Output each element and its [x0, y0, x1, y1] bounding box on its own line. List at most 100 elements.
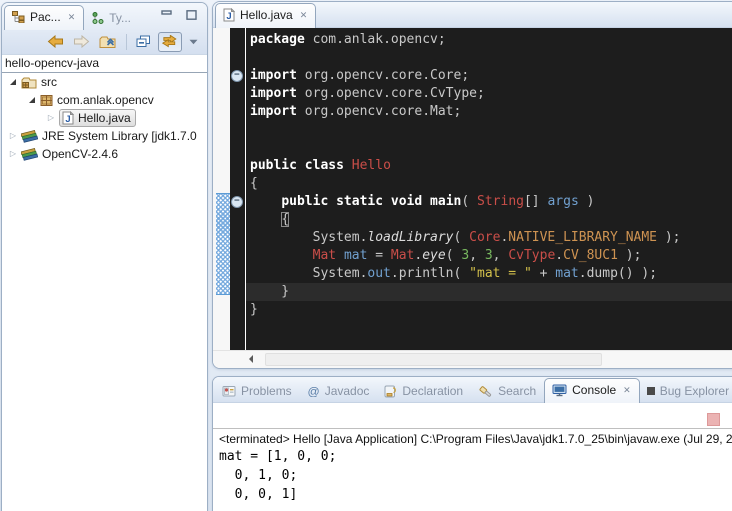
console-icon	[552, 384, 567, 397]
declaration-icon	[384, 385, 397, 398]
package-explorer-icon	[12, 11, 25, 23]
console-tab-bug-explorer[interactable]: Bug Explorer	[640, 380, 732, 402]
console-output-line: mat = [1, 0, 0;	[219, 447, 732, 466]
explorer-toolbar	[2, 29, 207, 54]
console-tab-search[interactable]: Search	[471, 380, 544, 402]
tree-item-project-root[interactable]: hello-opencv-java	[2, 55, 207, 73]
expand-arrow-icon[interactable]: ▷	[8, 132, 18, 140]
code-line: public class Hello	[250, 157, 732, 175]
tab-label: Bug Explorer	[660, 384, 729, 398]
editor-tab-label: Hello.java	[240, 8, 293, 22]
console-status-line: <terminated> Hello [Java Application] C:…	[213, 429, 732, 447]
console-tab-problems[interactable]: Problems	[215, 380, 300, 402]
console-toolbar	[213, 403, 732, 429]
scrollbar-thumb[interactable]	[265, 353, 602, 366]
code-line: import org.opencv.core.CvType;	[250, 85, 732, 103]
code-line: Mat mat = Mat.eye( 3, 3, CvType.CV_8UC1 …	[250, 247, 732, 265]
code-area[interactable]: package com.anlak.opencv; import org.open…	[246, 28, 732, 351]
tree-item-label: JRE System Library [jdk1.7.0	[42, 129, 197, 143]
toolbar-separator	[126, 34, 127, 50]
code-line: {	[250, 211, 732, 229]
explorer-tabstrip: Pac... ✕ Ty...	[2, 3, 207, 29]
close-icon[interactable]: ✕	[68, 12, 76, 23]
console-tab-javadoc[interactable]: @ Javadoc	[300, 380, 378, 402]
tab-label: Javadoc	[325, 384, 370, 398]
search-icon	[478, 385, 493, 398]
package-tree: hello-opencv-java srccom.anlak.opencv▷JH…	[2, 55, 207, 163]
code-line	[250, 49, 732, 67]
java-file-icon: J	[62, 111, 74, 125]
svg-text:J: J	[226, 11, 231, 22]
code-line: }	[246, 283, 732, 301]
console-output-line: 0, 0, 1]	[219, 485, 732, 504]
annotation-ruler	[213, 28, 230, 351]
link-with-editor-icon[interactable]	[158, 32, 182, 52]
console-output-line: 0, 1, 0;	[219, 466, 732, 485]
close-icon[interactable]: ✕	[300, 10, 308, 21]
back-arrow-icon[interactable]	[45, 33, 66, 50]
code-line	[250, 139, 732, 157]
maximize-icon[interactable]	[184, 8, 199, 22]
java-file-icon: J	[223, 8, 235, 22]
tree-item-com-anlak-opencv[interactable]: com.anlak.opencv	[2, 91, 207, 109]
editor-tab-hello-java[interactable]: J Hello.java ✕	[215, 3, 316, 28]
console-tab-declaration[interactable]: Declaration	[377, 380, 471, 402]
type-hierarchy-icon	[91, 12, 104, 24]
collapse-arrow-icon[interactable]	[8, 79, 18, 85]
tree-item-src[interactable]: src	[2, 73, 207, 91]
editor-horizontal-scrollbar[interactable]	[213, 350, 732, 368]
minimize-icon[interactable]	[159, 8, 174, 22]
tree-item-label: src	[41, 75, 57, 89]
explorer-tab-pac[interactable]: Pac... ✕	[4, 5, 84, 30]
code-line: System.out.println( "mat = " + mat.dump(…	[250, 265, 732, 283]
code-line: package com.anlak.opencv;	[250, 31, 732, 49]
project-root-label: hello-opencv-java	[5, 56, 99, 70]
console-output: mat = [1, 0, 0; 0, 1, 0; 0, 0, 1]	[213, 447, 732, 504]
code-line	[250, 121, 732, 139]
folding-ruler: −−	[230, 28, 246, 351]
code-line: import org.opencv.core.Mat;	[250, 103, 732, 121]
svg-text:J: J	[65, 114, 70, 125]
svg-text:@: @	[307, 385, 319, 397]
library-icon	[21, 148, 38, 161]
package-folder-icon	[21, 76, 37, 89]
tree-item-hello-java[interactable]: ▷JHello.java	[2, 109, 207, 127]
go-up-folder-icon[interactable]	[97, 33, 119, 51]
tab-label: Declaration	[402, 384, 463, 398]
expand-arrow-icon[interactable]: ▷	[8, 150, 18, 158]
tab-label: Ty...	[109, 11, 131, 25]
explorer-tab-ty[interactable]: Ty...	[84, 7, 139, 29]
collapse-arrow-icon[interactable]	[27, 97, 37, 103]
editor-tabstrip: J Hello.java ✕	[213, 2, 732, 28]
expand-arrow-icon[interactable]: ▷	[46, 114, 56, 122]
scroll-left-arrow-icon[interactable]	[249, 355, 253, 363]
tab-label: Problems	[241, 384, 292, 398]
tab-label: Search	[498, 384, 536, 398]
bug-icon	[647, 387, 655, 395]
tree-item-opencv-2-4-6[interactable]: ▷ OpenCV-2.4.6	[2, 145, 207, 163]
code-line: import org.opencv.core.Core;	[250, 67, 732, 85]
fold-collapse-icon[interactable]: −	[231, 196, 243, 208]
javadoc-icon: @	[307, 385, 320, 397]
range-indicator	[216, 193, 230, 295]
view-menu-icon[interactable]	[187, 37, 200, 47]
close-icon[interactable]: ✕	[623, 385, 631, 396]
editor-body: −− package com.anlak.opencv;import org.o…	[213, 28, 732, 351]
package-icon	[40, 94, 53, 107]
tree-item-label: OpenCV-2.4.6	[42, 147, 118, 161]
code-line: public static void main( String[] args )	[250, 193, 732, 211]
package-explorer-header: Pac... ✕ Ty...	[2, 3, 207, 55]
tab-label: Pac...	[30, 10, 61, 24]
fold-collapse-icon[interactable]: −	[231, 70, 243, 82]
problems-icon	[222, 385, 236, 397]
tab-label: Console	[572, 383, 616, 397]
tree-item-jre-system-library-jdk1-7-0[interactable]: ▷ JRE System Library [jdk1.7.0	[2, 127, 207, 145]
terminate-button[interactable]	[707, 413, 720, 426]
code-line: }	[250, 301, 732, 319]
console-tab-console[interactable]: Console ✕	[544, 378, 640, 403]
tree-item-label: com.anlak.opencv	[57, 93, 154, 107]
forward-arrow-icon[interactable]	[71, 33, 92, 50]
package-explorer-pane: Pac... ✕ Ty...	[1, 2, 208, 511]
code-line: {	[250, 175, 732, 193]
collapse-all-icon[interactable]	[134, 33, 153, 50]
